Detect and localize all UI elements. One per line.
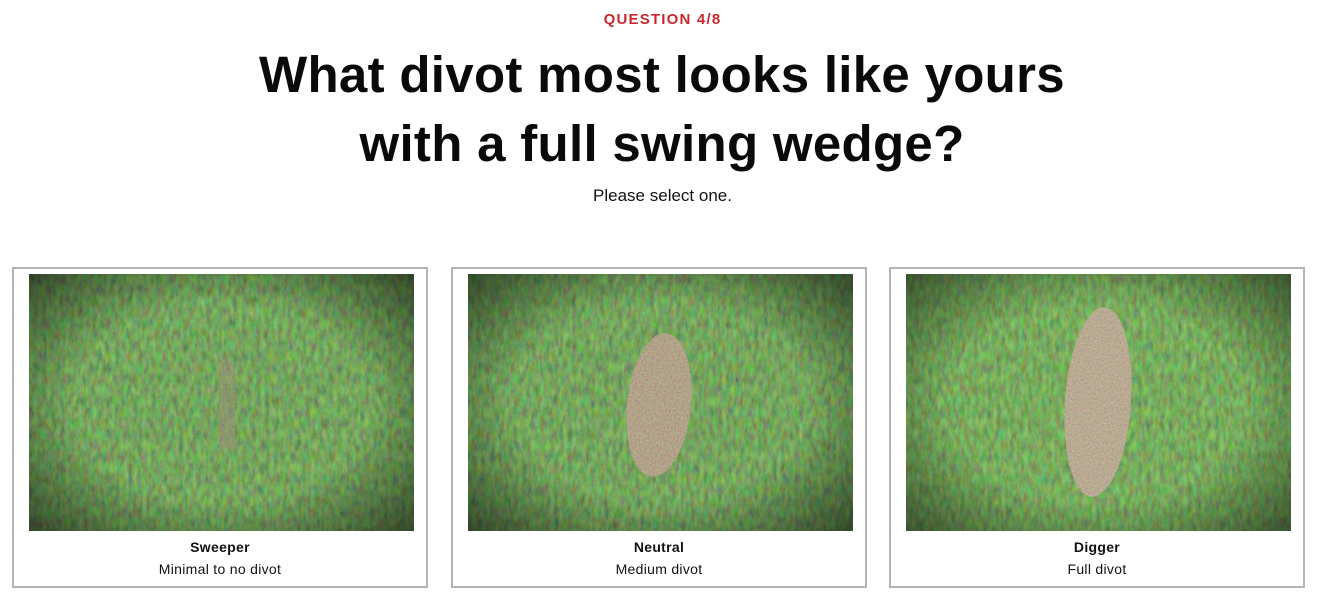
question-title-line-2: with a full swing wedge? (359, 115, 965, 172)
divot-photo-neutral (468, 274, 853, 531)
divot-photo-digger (906, 274, 1291, 531)
option-title: Sweeper (190, 539, 250, 555)
option-card-sweeper[interactable]: Sweeper Minimal to no divot (12, 267, 428, 588)
option-description: Medium divot (615, 561, 703, 577)
instruction-text: Please select one. (593, 186, 732, 205)
question-title-line-1: What divot most looks like yours (259, 46, 1065, 103)
question-progress: QUESTION 4/8 (603, 11, 722, 28)
option-description: Minimal to no divot (158, 561, 282, 577)
divot-photo-sweeper (29, 274, 414, 531)
quiz-container: QUESTION 4/8 What divot most looks like … (0, 0, 1325, 606)
question-title: What divot most looks like yours with a … (212, 40, 1112, 178)
option-card-neutral[interactable]: Neutral Medium divot (451, 267, 867, 588)
option-title: Digger (1073, 539, 1121, 555)
option-description: Full divot (1067, 561, 1127, 577)
option-card-digger[interactable]: Digger Full divot (889, 267, 1305, 588)
option-title: Neutral (633, 539, 685, 555)
